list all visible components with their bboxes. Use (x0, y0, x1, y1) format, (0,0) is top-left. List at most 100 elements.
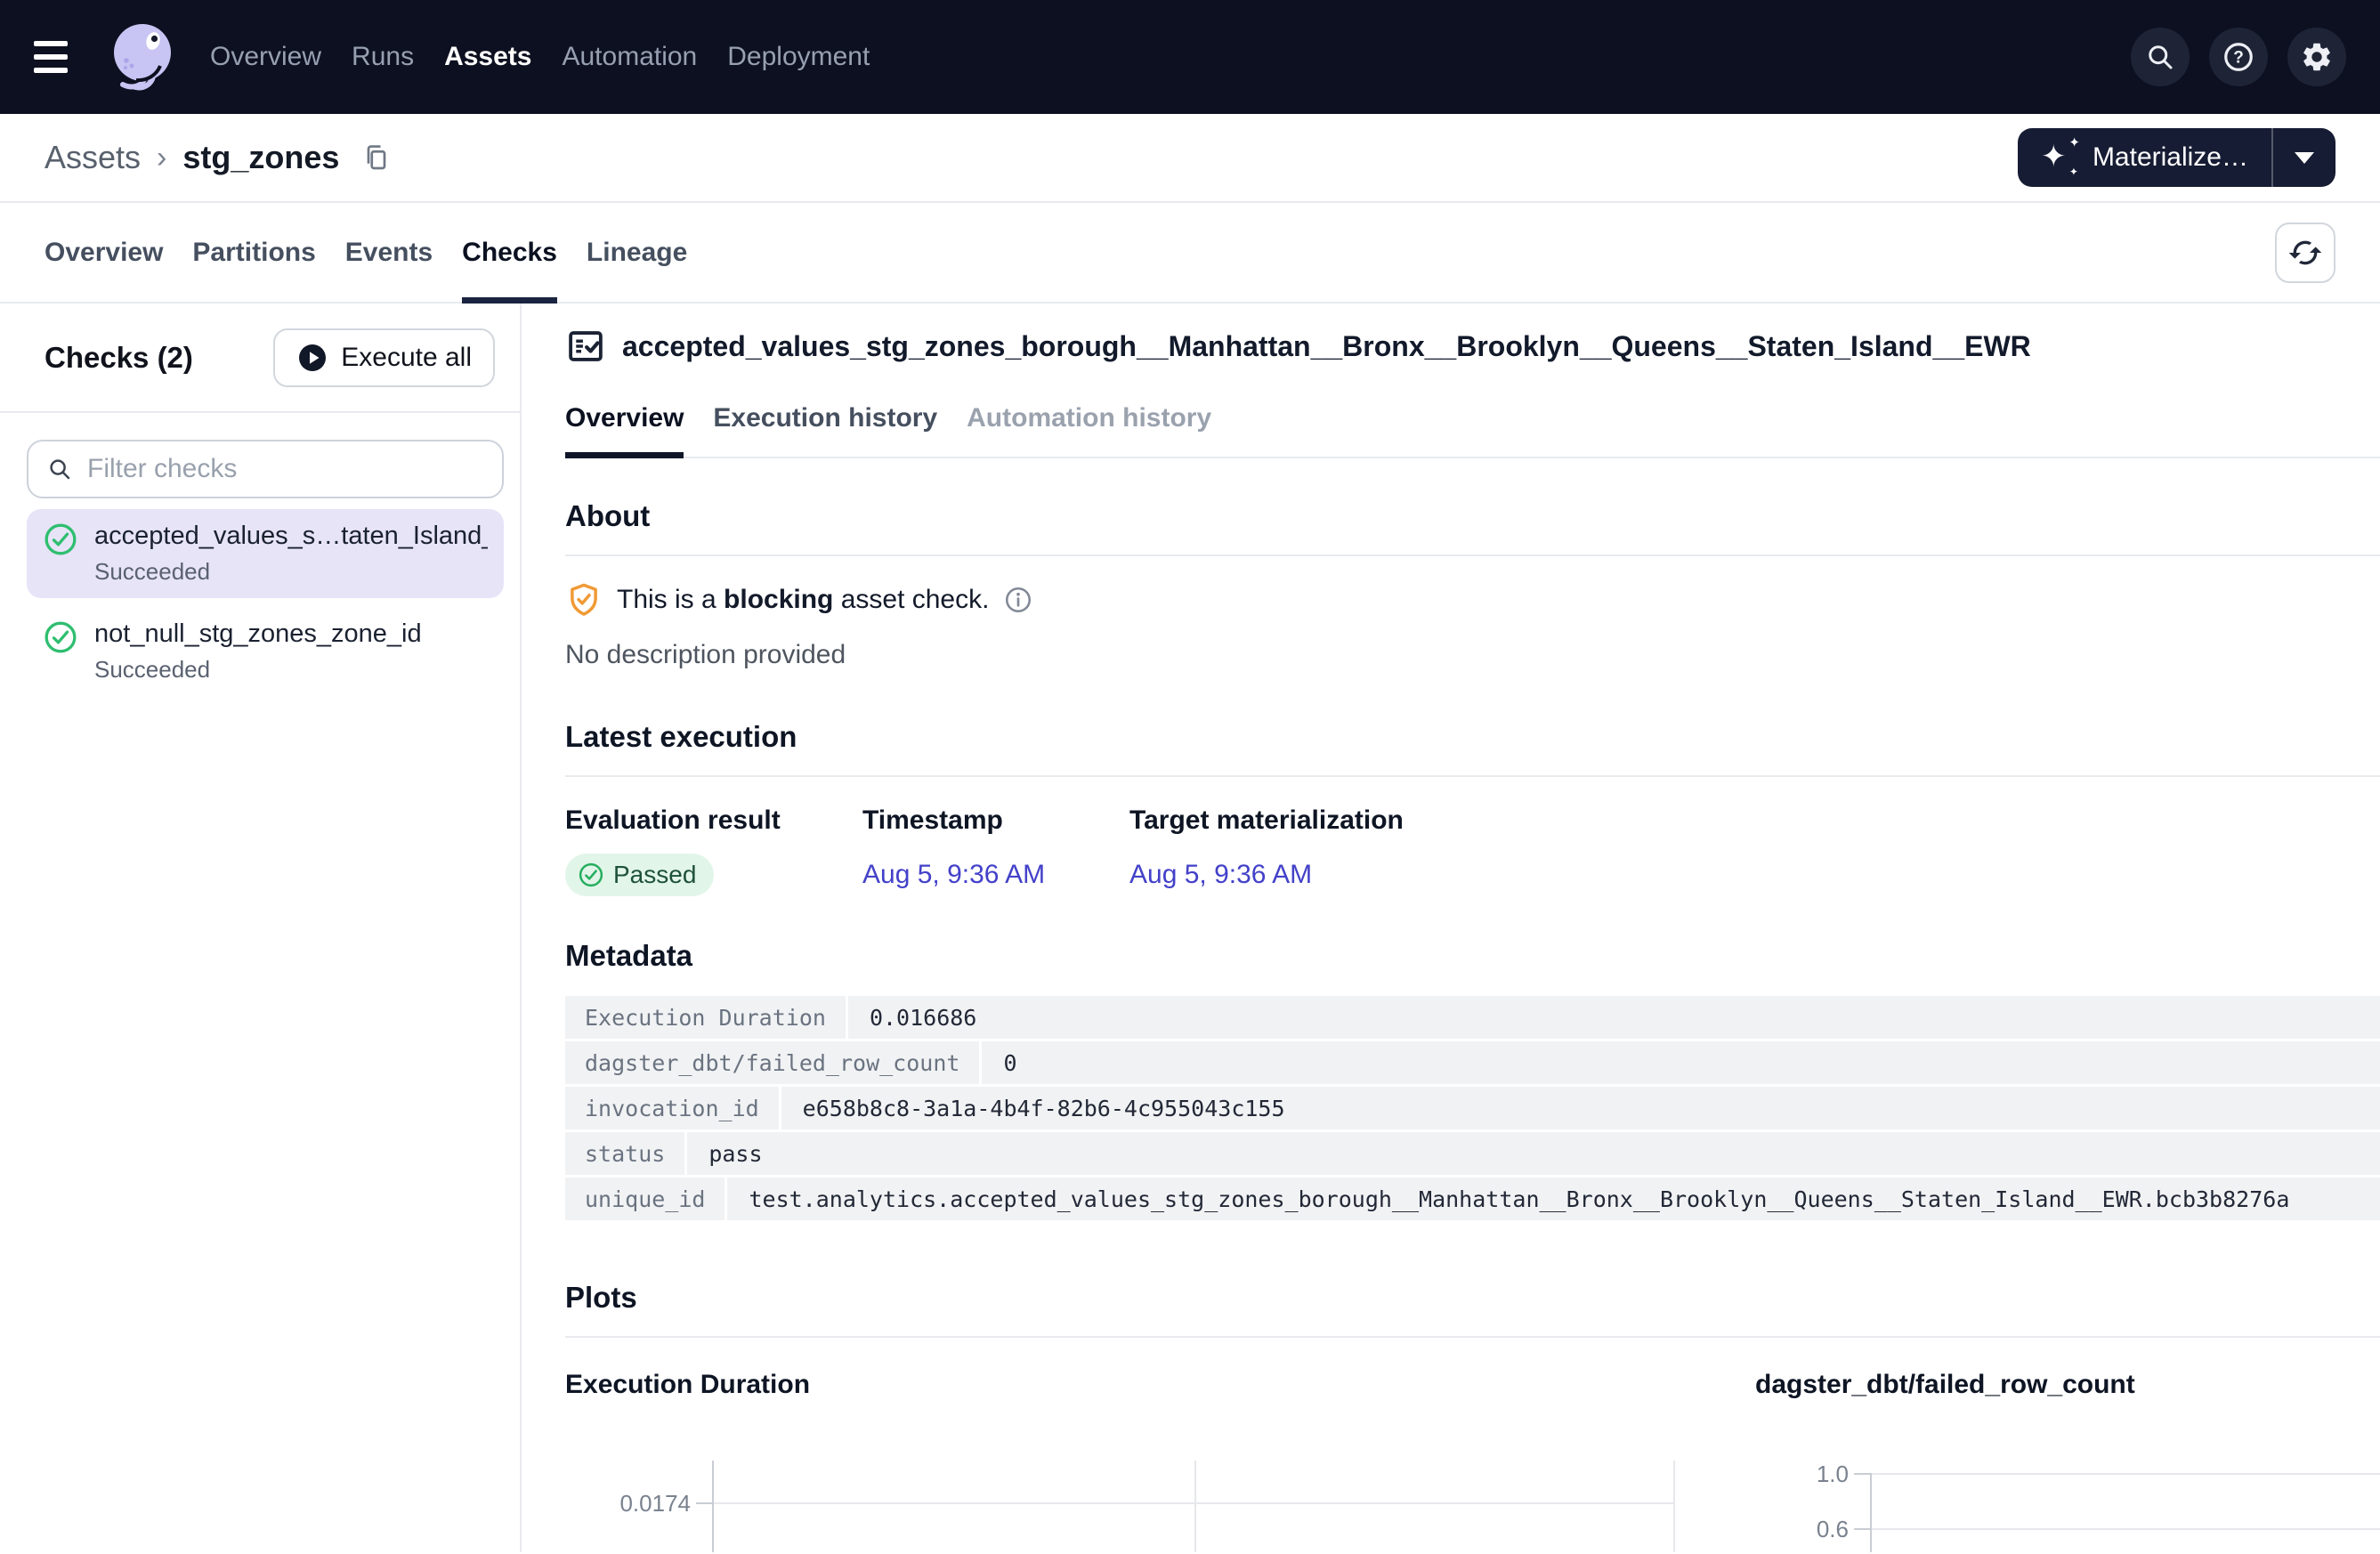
help-button[interactable]: ? (2209, 28, 2268, 86)
materialize-dropdown-button[interactable] (2271, 128, 2335, 187)
nav-automation[interactable]: Automation (562, 42, 697, 72)
passed-badge: Passed (565, 854, 714, 896)
latest-execution-headers: Evaluation result Timestamp Target mater… (565, 805, 2380, 836)
help-icon: ? (2222, 40, 2255, 74)
nav-runs[interactable]: Runs (352, 42, 414, 72)
sparkle-icon: ✦✦✦ (2041, 138, 2080, 177)
tab-overview[interactable]: Overview (45, 203, 163, 302)
tab-lineage[interactable]: Lineage (587, 203, 687, 302)
check-description: No description provided (565, 640, 2380, 670)
plots-heading: Plots (565, 1281, 2380, 1315)
metadata-key: invocation_id (565, 1087, 779, 1129)
chart-plot: 1.0 0.6 (1755, 1461, 2380, 1552)
chart-title: Execution Duration (565, 1370, 1755, 1400)
col-evaluation-result: Evaluation result (565, 805, 862, 836)
timestamp-link[interactable]: Aug 5, 9:36 AM (862, 860, 1045, 889)
passed-label: Passed (613, 861, 696, 889)
section-divider (565, 1336, 2380, 1338)
top-nav: Overview Runs Assets Automation Deployme… (0, 0, 2380, 114)
metadata-value: 0.016686 (848, 996, 2380, 1039)
info-icon[interactable] (1003, 585, 1033, 615)
copy-asset-name-button[interactable] (360, 142, 393, 174)
shield-check-icon (565, 581, 603, 619)
check-title-row: accepted_values_stg_zones_borough__Manha… (565, 325, 2380, 368)
checks-count-title: Checks (2) (45, 341, 193, 375)
nav-deployment[interactable]: Deployment (727, 42, 870, 72)
materialize-split-button: ✦✦✦ Materialize… (2018, 128, 2335, 187)
metadata-heading: Metadata (565, 939, 2380, 973)
check-detail-pane: accepted_values_stg_zones_borough__Manha… (522, 304, 2380, 1552)
nav-overview[interactable]: Overview (210, 42, 321, 72)
table-row: dagster_dbt/failed_row_count 0 (565, 1041, 2380, 1084)
search-icon (2144, 41, 2176, 73)
top-nav-actions: ? (2131, 28, 2346, 86)
breadcrumb-assets-link[interactable]: Assets (45, 139, 141, 176)
check-detail-tabs: Overview Execution history Automation hi… (565, 403, 2380, 458)
materialize-label: Materialize… (2093, 142, 2248, 173)
chevron-right-icon: › (157, 141, 166, 175)
tab-partitions[interactable]: Partitions (192, 203, 315, 302)
menu-icon[interactable] (34, 28, 91, 85)
table-row: unique_id test.analytics.accepted_values… (565, 1178, 2380, 1220)
content-area: Checks (2) Execute all (0, 304, 2380, 1552)
metadata-value: test.analytics.accepted_values_stg_zones… (727, 1178, 2380, 1220)
tab-execution-history[interactable]: Execution history (713, 403, 937, 457)
target-materialization-link[interactable]: Aug 5, 9:36 AM (1129, 860, 1312, 889)
check-title: accepted_values_stg_zones_borough__Manha… (622, 330, 2031, 363)
breadcrumb: Assets › stg_zones (45, 139, 393, 176)
check-name: not_null_stg_zones_zone_id (94, 619, 422, 649)
metadata-value: e658b8c8-3a1a-4b4f-82b6-4c955043c155 (781, 1087, 2380, 1129)
breadcrumb-current-asset: stg_zones (182, 139, 339, 176)
checks-sidebar: Checks (2) Execute all (0, 304, 522, 1552)
metadata-value: 0 (982, 1041, 2380, 1084)
materialize-button[interactable]: ✦✦✦ Materialize… (2018, 128, 2271, 187)
metadata-key: status (565, 1132, 684, 1175)
execute-all-label: Execute all (341, 343, 472, 373)
execute-all-button[interactable]: Execute all (273, 328, 495, 387)
section-divider (565, 554, 2380, 556)
chart-title: dagster_dbt/failed_row_count (1755, 1370, 2380, 1400)
filter-checks-box (27, 440, 504, 498)
dagster-logo-icon[interactable] (103, 20, 178, 94)
check-status: Succeeded (94, 656, 422, 684)
plots-grid: Execution Duration 0.0174 d (565, 1370, 2380, 1552)
check-list-item[interactable]: not_null_stg_zones_zone_id Succeeded (27, 607, 504, 696)
failed-row-count-chart: dagster_dbt/failed_row_count 1.0 0.6 (1755, 1370, 2380, 1552)
asset-tabs: Overview Partitions Events Checks Lineag… (0, 203, 2380, 304)
refresh-icon (2287, 235, 2323, 271)
y-tick-label: 0.6 (1755, 1516, 1849, 1543)
metadata-value: pass (687, 1132, 2380, 1175)
refresh-button[interactable] (2275, 223, 2335, 283)
col-target-materialization: Target materialization (1129, 805, 1404, 836)
search-icon (46, 456, 73, 482)
latest-execution-values: Passed Aug 5, 9:36 AM Aug 5, 9:36 AM (565, 854, 2380, 896)
about-heading: About (565, 499, 2380, 533)
settings-button[interactable] (2287, 28, 2346, 86)
svg-text:?: ? (2233, 49, 2244, 68)
y-tick-label: 0.0174 (565, 1490, 691, 1518)
filter-checks-input[interactable] (85, 453, 484, 485)
tab-events[interactable]: Events (345, 203, 433, 302)
search-button[interactable] (2131, 28, 2190, 86)
nav-assets[interactable]: Assets (444, 42, 531, 72)
tab-checks[interactable]: Checks (462, 203, 557, 302)
asset-header: Assets › stg_zones ✦✦✦ Materialize… (0, 114, 2380, 203)
check-list-item[interactable]: accepted_values_s…taten_Island_ Succeede… (27, 509, 504, 598)
blocking-text: This is a (617, 585, 724, 614)
caret-down-icon (2295, 152, 2314, 164)
copy-icon (360, 142, 393, 174)
table-row: Execution Duration 0.016686 (565, 996, 2380, 1039)
metadata-key: dagster_dbt/failed_row_count (565, 1041, 979, 1084)
check-circle-icon (43, 619, 78, 655)
table-row: status pass (565, 1132, 2380, 1175)
play-circle-icon (296, 342, 328, 374)
asset-check-icon (565, 326, 606, 367)
metadata-key: Execution Duration (565, 996, 846, 1039)
tab-check-overview[interactable]: Overview (565, 403, 684, 457)
blocking-text-suffix: asset check. (833, 585, 989, 614)
check-name: accepted_values_s…taten_Island_ (94, 522, 488, 551)
execution-duration-chart: Execution Duration 0.0174 (565, 1370, 1755, 1552)
col-timestamp: Timestamp (862, 805, 1129, 836)
chart-plot: 0.0174 (565, 1461, 1755, 1552)
check-circle-icon (578, 862, 604, 888)
